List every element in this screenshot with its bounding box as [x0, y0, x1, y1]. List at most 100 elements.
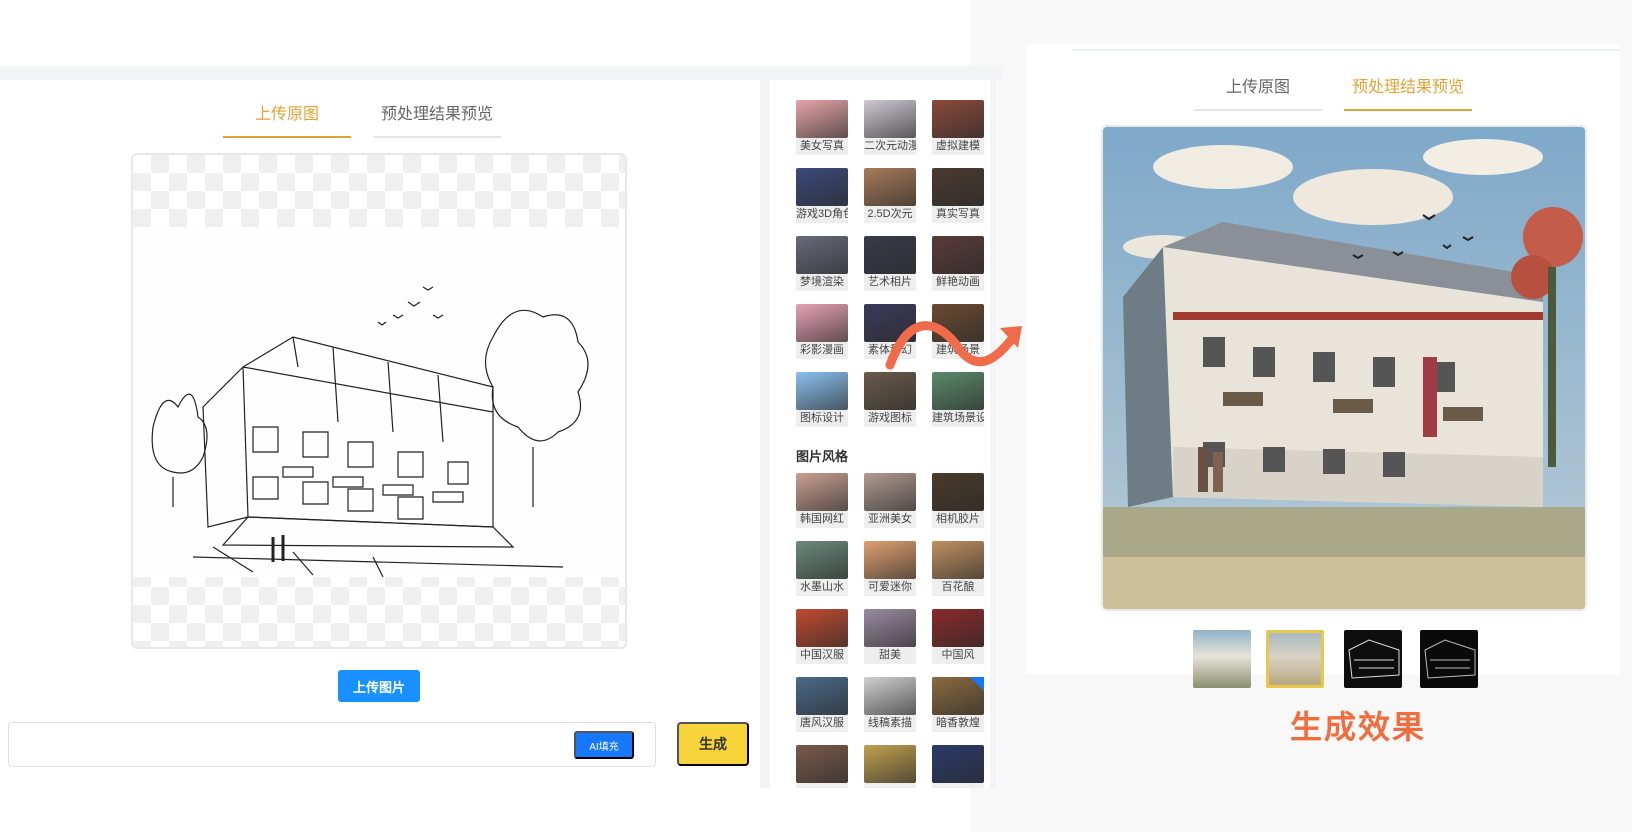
- scene-item[interactable]: 2.5D次元: [864, 168, 916, 223]
- style-label: 中国风: [932, 647, 984, 664]
- style-thumbnail: [796, 609, 848, 647]
- scene-label: 二次元动漫: [864, 138, 916, 155]
- style-thumbnail: [864, 677, 916, 715]
- style-item[interactable]: 相机胶片: [932, 473, 984, 528]
- style-item[interactable]: [932, 745, 984, 788]
- style-item[interactable]: 韩国网红: [796, 473, 848, 528]
- style-item[interactable]: 百花酿: [932, 541, 984, 596]
- scene-item[interactable]: 梦境渲染: [796, 236, 848, 291]
- style-thumbnail: [796, 541, 848, 579]
- scene-thumbnail: [796, 168, 848, 206]
- scene-item[interactable]: 艺术相片: [864, 236, 916, 291]
- style-label: 亚洲美女: [864, 511, 916, 528]
- style-label: 相机胶片: [932, 511, 984, 528]
- result-thumbnail-2[interactable]: [1266, 630, 1324, 688]
- style-label: [796, 783, 848, 788]
- scene-thumbnail: [796, 100, 848, 138]
- style-item[interactable]: 水墨山水: [796, 541, 848, 596]
- rendered-building-image: [1103, 127, 1585, 609]
- scene-label: 鲜艳动画: [932, 274, 984, 291]
- column-gap: [760, 80, 770, 788]
- sketch-image: [133, 227, 625, 600]
- panel-section-header: [796, 80, 800, 87]
- tab-upload-original[interactable]: 上传原图: [223, 100, 351, 138]
- scene-item[interactable]: 真实写真: [932, 168, 984, 223]
- scene-thumbnail: [796, 236, 848, 274]
- style-item[interactable]: 可爱迷你: [864, 541, 916, 596]
- style-label: 甜美: [864, 647, 916, 664]
- curved-arrow-icon: [885, 321, 1022, 370]
- result-tab-preprocess-preview[interactable]: 预处理结果预览: [1344, 73, 1472, 111]
- style-item[interactable]: 亚洲美女: [864, 473, 916, 528]
- style-item[interactable]: [864, 745, 916, 788]
- style-label: 可爱迷你: [864, 579, 916, 596]
- top-bar: [0, 0, 970, 68]
- generated-result-image: [1101, 125, 1587, 611]
- generation-effect-label: 生成效果: [1289, 709, 1426, 745]
- style-item[interactable]: 暗香敦煌: [932, 677, 984, 732]
- scene-item[interactable]: 二次元动漫: [864, 100, 916, 155]
- style-label: 唐风汉服: [796, 715, 848, 732]
- scene-label: 艺术相片: [864, 274, 916, 291]
- style-label: 韩国网红: [796, 511, 848, 528]
- style-label: 水墨山水: [796, 579, 848, 596]
- style-thumbnail: [932, 745, 984, 783]
- scene-thumbnail: [864, 168, 916, 206]
- scene-item[interactable]: 图标设计: [796, 372, 848, 427]
- scene-label: 游戏图标: [864, 410, 916, 427]
- style-thumbnail: [864, 609, 916, 647]
- style-thumbnail: [864, 745, 916, 783]
- style-item[interactable]: 中国汉服: [796, 609, 848, 664]
- selected-check-icon: [970, 677, 984, 691]
- image-upload-area[interactable]: [131, 153, 627, 649]
- scene-item[interactable]: 游戏3D角色: [796, 168, 848, 223]
- scene-item[interactable]: 建筑场景设计: [932, 372, 984, 427]
- tab-preprocess-preview[interactable]: 预处理结果预览: [373, 100, 501, 138]
- style-thumbnail: [932, 541, 984, 579]
- scene-thumbnail: [932, 100, 984, 138]
- style-thumbnail: [864, 473, 916, 511]
- edge-map-icon: [1424, 639, 1476, 679]
- upload-image-button[interactable]: 上传图片: [338, 670, 420, 702]
- result-thumbnail-1[interactable]: [1193, 630, 1251, 688]
- scene-item[interactable]: 游戏图标: [864, 372, 916, 427]
- style-label: 暗香敦煌: [932, 715, 984, 732]
- scene-thumbnail: [796, 372, 848, 410]
- style-thumbnail: [796, 677, 848, 715]
- scene-label: 彩影漫画: [796, 342, 848, 359]
- style-item[interactable]: 唐风汉服: [796, 677, 848, 732]
- style-item[interactable]: [796, 745, 848, 788]
- edge-map-icon: [1348, 639, 1400, 679]
- result-thumbnail-4[interactable]: [1420, 630, 1478, 688]
- style-label: 中国汉服: [796, 647, 848, 664]
- scene-label: 虚拟建模: [932, 138, 984, 155]
- result-divider: [1072, 49, 1620, 51]
- scene-item[interactable]: 鲜艳动画: [932, 236, 984, 291]
- ai-fill-button[interactable]: AI填充: [574, 731, 634, 759]
- style-label: 线稿素描: [864, 715, 916, 732]
- style-item[interactable]: 中国风: [932, 609, 984, 664]
- scene-label: 2.5D次元: [864, 206, 916, 223]
- result-tab-upload-original[interactable]: 上传原图: [1194, 73, 1322, 111]
- style-grid: 韩国网红 亚洲美女 相机胶片水墨山水 可爱迷你 百花酿中国汉服 甜美 中国风唐风汉服 线稿素描…: [796, 473, 986, 788]
- style-item[interactable]: 线稿素描: [864, 677, 916, 732]
- scene-item[interactable]: 虚拟建模: [932, 100, 984, 155]
- scene-label: 图标设计: [796, 410, 848, 427]
- style-item[interactable]: 甜美: [864, 609, 916, 664]
- result-thumbnail-3[interactable]: [1344, 630, 1402, 688]
- style-section-title: 图片风格: [796, 449, 849, 464]
- scene-thumbnail: [864, 100, 916, 138]
- style-thumbnail: [932, 609, 984, 647]
- prompt-input[interactable]: [8, 722, 656, 767]
- style-thumbnail: [796, 745, 848, 783]
- generate-button[interactable]: 生成: [677, 722, 749, 766]
- scene-label: 梦境渲染: [796, 274, 848, 291]
- style-label: [864, 783, 916, 788]
- scene-label: 美女写真: [796, 138, 848, 155]
- scene-thumbnail: [796, 304, 848, 342]
- scene-item[interactable]: 美女写真: [796, 100, 848, 155]
- style-label: [932, 783, 984, 788]
- style-thumbnail: [796, 473, 848, 511]
- scene-item[interactable]: 彩影漫画: [796, 304, 848, 359]
- panel-scrollbar[interactable]: [990, 80, 996, 788]
